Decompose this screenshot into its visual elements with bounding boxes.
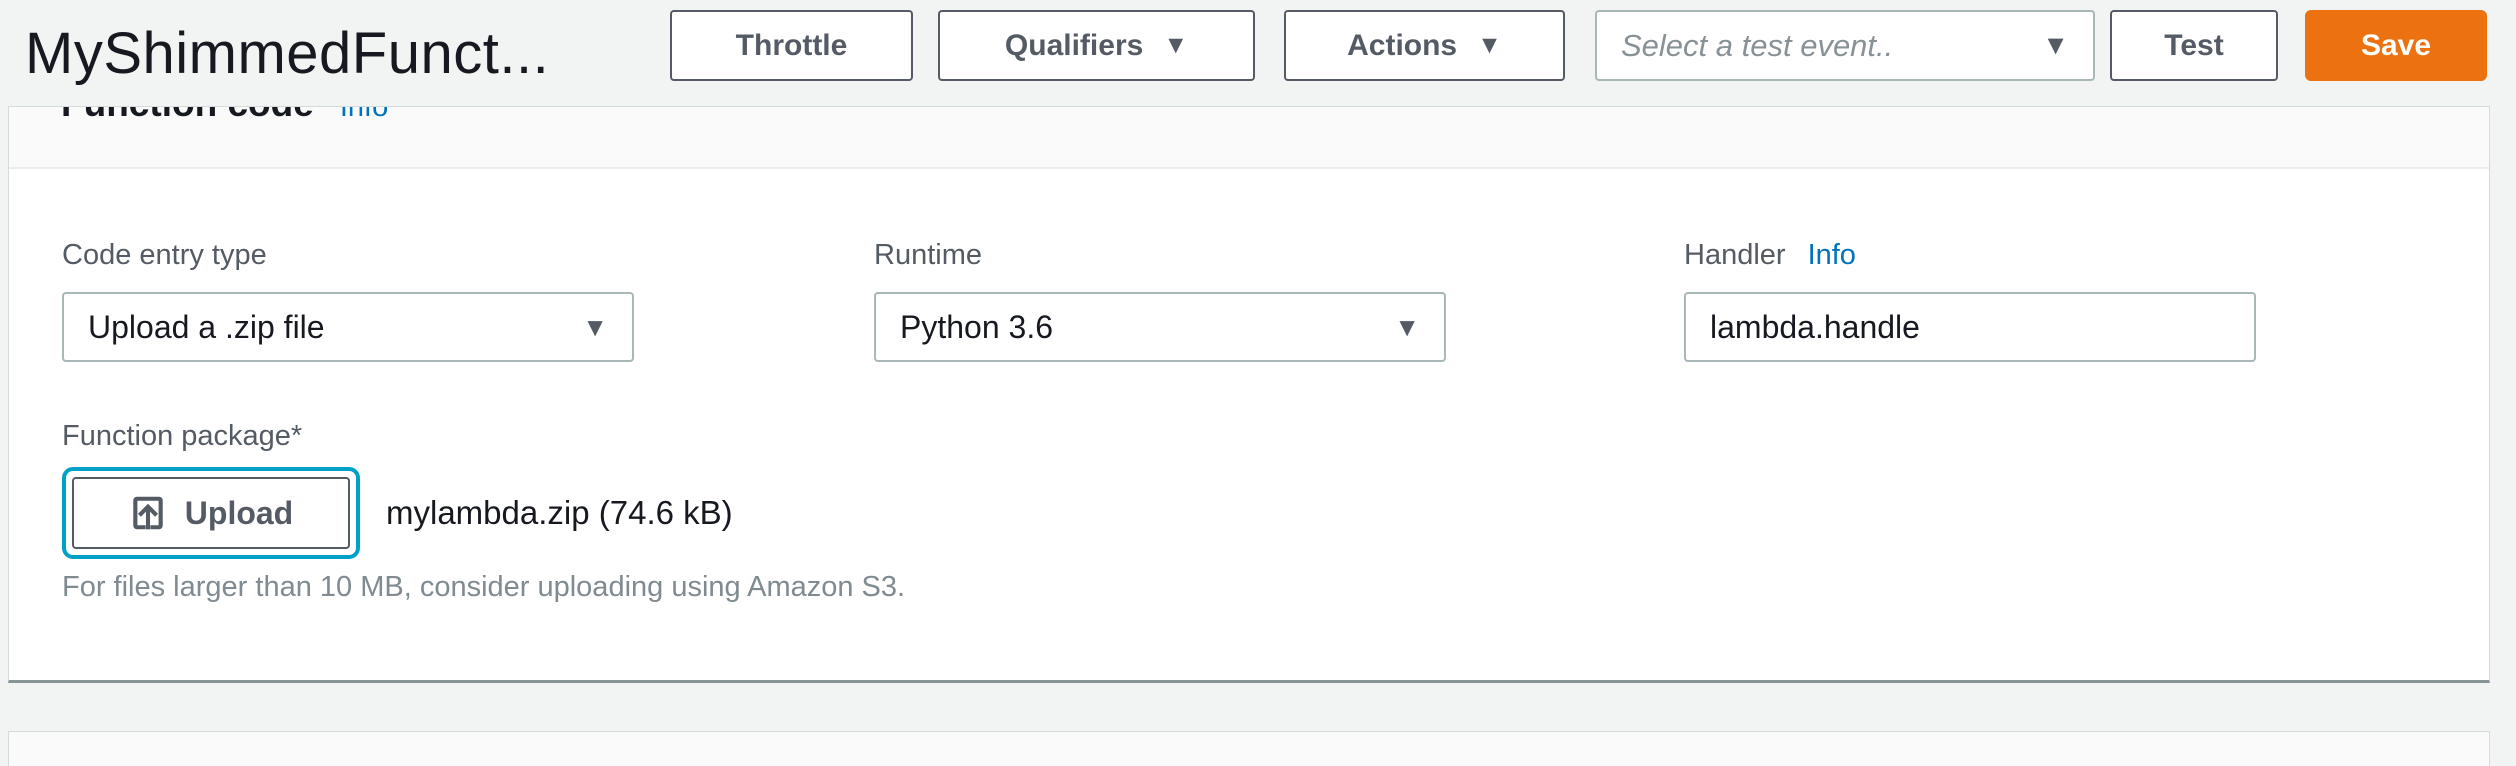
function-code-panel: Function code Info Code entry type Uploa…	[8, 106, 2490, 683]
save-button[interactable]: Save	[2305, 10, 2487, 81]
runtime-value: Python 3.6	[900, 309, 1394, 346]
actions-label: Actions	[1347, 29, 1457, 63]
upload-button-focus-ring: Upload	[62, 467, 360, 559]
runtime-field: Runtime Python 3.6 ▼	[874, 239, 1446, 362]
function-name-title: MyShimmedFunct...	[25, 0, 549, 106]
function-header-bar: MyShimmedFunct... Throttle Qualifiers ▼ …	[0, 0, 2516, 106]
code-entry-type-label: Code entry type	[62, 239, 634, 272]
function-package-section: Function package* Upload mylambda.zip	[62, 420, 2489, 604]
code-entry-type-value: Upload a .zip file	[88, 309, 582, 346]
function-code-panel-header: Function code Info	[9, 107, 2489, 169]
runtime-select[interactable]: Python 3.6 ▼	[874, 292, 1446, 362]
handler-label: Handler	[1684, 239, 1786, 272]
code-entry-type-select[interactable]: Upload a .zip file ▼	[62, 292, 634, 362]
function-code-info-link[interactable]: Info	[340, 107, 388, 124]
next-section-panel-edge	[8, 731, 2490, 766]
handler-info-link[interactable]: Info	[1808, 239, 1856, 272]
runtime-label: Runtime	[874, 239, 1446, 272]
chevron-down-icon: ▼	[1394, 314, 1420, 340]
actions-dropdown-button[interactable]: Actions ▼	[1284, 10, 1565, 81]
function-package-label: Function package*	[62, 420, 2489, 453]
test-event-placeholder: Select a test event..	[1621, 28, 2042, 64]
function-code-heading: Function code	[61, 107, 314, 125]
test-button[interactable]: Test	[2110, 10, 2278, 81]
test-event-select[interactable]: Select a test event.. ▼	[1595, 10, 2095, 81]
upload-helper-text: For files larger than 10 MB, consider up…	[62, 571, 2489, 604]
upload-icon	[129, 494, 167, 532]
qualifiers-label: Qualifiers	[1005, 29, 1143, 63]
lambda-console-screen: MyShimmedFunct... Throttle Qualifiers ▼ …	[0, 0, 2516, 766]
uploaded-file-name: mylambda.zip (74.6 kB)	[386, 494, 733, 532]
chevron-down-icon: ▼	[582, 314, 608, 340]
upload-button-label: Upload	[185, 495, 293, 532]
function-code-panel-body: Code entry type Upload a .zip file ▼ Run…	[9, 169, 2489, 604]
upload-button[interactable]: Upload	[72, 477, 350, 549]
chevron-down-icon: ▼	[1163, 33, 1188, 58]
handler-label-row: Handler Info	[1684, 239, 2256, 272]
qualifiers-dropdown-button[interactable]: Qualifiers ▼	[938, 10, 1255, 81]
throttle-button[interactable]: Throttle	[670, 10, 913, 81]
chevron-down-icon: ▼	[1477, 33, 1502, 58]
code-entry-type-field: Code entry type Upload a .zip file ▼	[62, 239, 634, 362]
chevron-down-icon: ▼	[2042, 32, 2069, 59]
handler-input[interactable]	[1684, 292, 2256, 362]
handler-field: Handler Info	[1684, 239, 2256, 362]
